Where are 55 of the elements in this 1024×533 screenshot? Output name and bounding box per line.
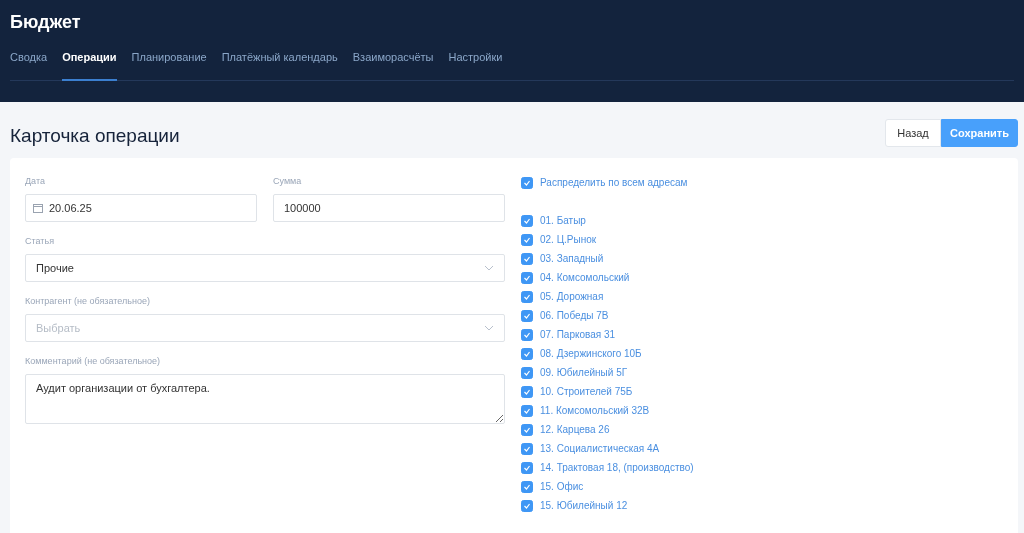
checkbox-label: 03. Западный	[540, 253, 604, 264]
checkbox-label: 09. Юбилейный 5Г	[540, 367, 628, 378]
calendar-icon	[33, 203, 43, 213]
amount-field[interactable]: 100000	[273, 194, 505, 222]
category-select[interactable]: Прочие	[25, 254, 505, 282]
checkbox[interactable]	[521, 309, 533, 322]
checkbox-label: 11. Комсомольский 32В	[540, 405, 650, 416]
field-label: Контрагент (не обязательное)	[25, 296, 151, 306]
nav-tab[interactable]: Сводка	[10, 46, 48, 81]
checkbox-label: 05. Дорожная	[540, 291, 604, 302]
checkbox[interactable]	[521, 499, 533, 512]
field-label: Дата	[25, 176, 46, 186]
checkbox[interactable]	[521, 176, 533, 189]
checkbox[interactable]	[521, 233, 533, 246]
field-label: Комментарий (не обязательное)	[25, 356, 162, 366]
chevron-down-icon	[484, 325, 494, 331]
nav-tab[interactable]: Платёжный календарь	[221, 46, 338, 81]
checkbox[interactable]	[521, 214, 533, 227]
nav-tab[interactable]: Операции	[62, 46, 117, 81]
checkbox-label: 04. Комсомольский	[540, 272, 630, 283]
checkbox[interactable]	[521, 404, 533, 417]
checkbox-label: 14. Трактовая 18, (производство)	[540, 462, 694, 473]
checkbox-label: 13. Социалистическая 4А	[540, 443, 660, 454]
checkbox-label: 01. Батыр	[540, 215, 586, 226]
checkbox[interactable]	[521, 366, 533, 379]
checkbox[interactable]	[521, 347, 533, 360]
date-field[interactable]: 20.06.25	[25, 194, 257, 222]
checkbox-label: Распределить по всем адресам	[540, 177, 688, 188]
back-button[interactable]: Назад	[885, 119, 941, 147]
comment-field[interactable]: Аудит организации от бухгалтера.	[25, 374, 505, 424]
chevron-down-icon	[484, 265, 494, 271]
checkbox[interactable]	[521, 385, 533, 398]
checkbox[interactable]	[521, 252, 533, 265]
nav-tab[interactable]: Планирование	[131, 46, 207, 81]
checkbox-label: 07. Парковая 31	[540, 329, 616, 340]
nav-tab[interactable]: Настройки	[448, 46, 503, 81]
checkbox-label: 02. Ц.Рынок	[540, 234, 597, 245]
checkbox[interactable]	[521, 328, 533, 341]
checkbox-label: 12. Карцева 26	[540, 424, 610, 435]
checkbox-label: 15. Юбилейный 12	[540, 500, 628, 511]
field-label: Сумма	[273, 176, 303, 186]
field-label: Статья	[25, 236, 55, 246]
page-title: Карточка операции	[10, 124, 180, 147]
checkbox[interactable]	[521, 480, 533, 493]
checkbox-label: 15. Офис	[540, 481, 584, 492]
checkbox[interactable]	[521, 423, 533, 436]
checkbox-label: 08. Дзержинского 10Б	[540, 348, 642, 359]
checkbox[interactable]	[521, 271, 533, 284]
checkbox[interactable]	[521, 461, 533, 474]
nav-tab[interactable]: Взаиморасчёты	[352, 46, 434, 81]
checkbox-label: 10. Строителей 75Б	[540, 386, 633, 397]
checkbox[interactable]	[521, 442, 533, 455]
checkbox-label: 06. Победы 7В	[540, 310, 609, 321]
checkbox[interactable]	[521, 290, 533, 303]
app-title: Бюджет	[10, 11, 82, 34]
